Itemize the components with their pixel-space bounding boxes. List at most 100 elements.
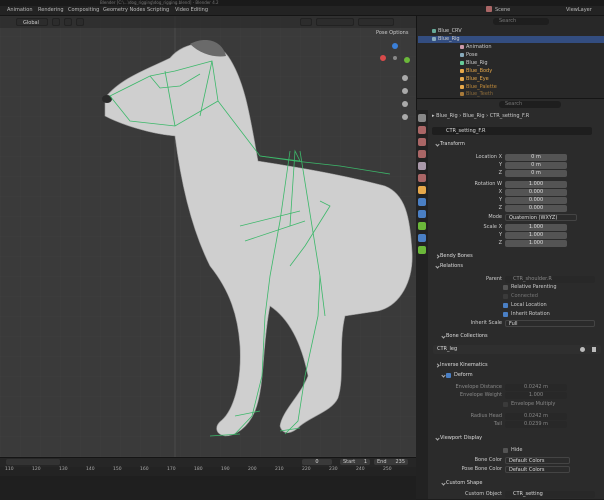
pivot-icon[interactable] bbox=[52, 18, 60, 26]
envelope-weight-field[interactable]: 1.000 bbox=[505, 392, 567, 399]
bone-constraint-tab-icon[interactable] bbox=[418, 246, 426, 254]
radius-head-label: Radius Head bbox=[470, 413, 502, 419]
local-location-label: Local Location bbox=[511, 302, 547, 308]
armature-data-tab-icon[interactable] bbox=[418, 222, 426, 230]
timeline-track-area[interactable] bbox=[0, 476, 416, 500]
world-tab-icon[interactable] bbox=[418, 174, 426, 182]
grid-icon[interactable] bbox=[402, 114, 408, 120]
radius-tail-field[interactable]: 0.0239 m bbox=[505, 421, 567, 428]
viewport-display-panel-header[interactable]: Viewport Display bbox=[440, 435, 482, 443]
hide-checkbox[interactable] bbox=[503, 448, 508, 453]
timeline[interactable]: 0 Start 1 End 235 bbox=[0, 457, 416, 500]
tab-video-editing[interactable]: Video Editing bbox=[175, 7, 208, 13]
location-x-field[interactable]: 0 m bbox=[505, 154, 567, 161]
render-tab-icon[interactable] bbox=[418, 126, 426, 134]
view-layer-tab-icon[interactable] bbox=[418, 150, 426, 158]
custom-shape-panel-header[interactable]: Custom Shape bbox=[446, 480, 482, 488]
connected-checkbox[interactable] bbox=[503, 294, 508, 299]
scene-name[interactable]: Scene bbox=[495, 7, 510, 13]
visibility-icon[interactable] bbox=[300, 18, 312, 26]
tab-geometry-nodes[interactable]: Geometry Nodes bbox=[103, 7, 145, 13]
orientation-dropdown[interactable]: Global bbox=[16, 18, 48, 26]
custom-object-field[interactable]: CTR_setting bbox=[505, 491, 595, 498]
timeline-tick-label: 190 bbox=[221, 467, 230, 472]
axis-label: X bbox=[498, 189, 502, 195]
current-frame-field[interactable]: 0 bbox=[302, 459, 332, 465]
pose-bone-color-dropdown[interactable]: Default Colors bbox=[505, 466, 570, 473]
physics-tab-icon[interactable] bbox=[418, 210, 426, 218]
eye-icon[interactable] bbox=[580, 347, 585, 352]
tab-scripting[interactable]: Scripting bbox=[147, 7, 169, 13]
scale-z-field[interactable]: 1.000 bbox=[505, 240, 567, 247]
scale-x-field[interactable]: 1.000 bbox=[505, 224, 567, 231]
outliner-row-selected[interactable]: Blue_Rig bbox=[418, 36, 604, 43]
output-tab-icon[interactable] bbox=[418, 138, 426, 146]
outliner-row[interactable]: Blue_Body bbox=[460, 68, 492, 75]
envelope-multiply-checkbox[interactable] bbox=[503, 402, 508, 407]
rotation-x-field[interactable]: 0.000 bbox=[505, 189, 567, 196]
scene-icon[interactable] bbox=[486, 6, 492, 12]
bone-collections-panel-header[interactable]: Bone Collections bbox=[446, 333, 488, 341]
window-title: Blender [C:\...\dog_rigging\dog_rigging.… bbox=[100, 0, 219, 5]
bone-collection-item[interactable]: CTR_leg bbox=[433, 345, 601, 354]
bone-collection-label: CTR_leg bbox=[437, 346, 458, 352]
camera-icon[interactable] bbox=[402, 101, 408, 107]
local-location-checkbox[interactable] bbox=[503, 303, 508, 308]
properties-search-input[interactable]: Search bbox=[499, 101, 561, 108]
inverse-kinematics-panel-header[interactable]: Inverse Kinematics bbox=[440, 362, 488, 370]
timeline-tick-label: 140 bbox=[86, 467, 95, 472]
snap-icon[interactable] bbox=[64, 18, 72, 26]
bone-color-dropdown[interactable]: Default Colors bbox=[505, 457, 570, 464]
relations-panel-header[interactable]: Relations bbox=[440, 263, 463, 271]
tab-compositing[interactable]: Compositing bbox=[68, 7, 99, 13]
modifier-tab-icon[interactable] bbox=[418, 198, 426, 206]
3d-viewport[interactable] bbox=[0, 16, 416, 457]
relative-parenting-checkbox[interactable] bbox=[503, 285, 508, 290]
scene-tab-icon[interactable] bbox=[418, 162, 426, 170]
envelope-distance-field[interactable]: 0.0242 m bbox=[505, 384, 567, 391]
rotation-w-field[interactable]: 1.000 bbox=[505, 181, 567, 188]
overlay-icons[interactable] bbox=[316, 18, 354, 26]
radius-head-field[interactable]: 0.0242 m bbox=[505, 413, 567, 420]
solo-icon[interactable] bbox=[592, 347, 596, 352]
properties-tabs[interactable] bbox=[416, 110, 428, 499]
location-y-field[interactable]: 0 m bbox=[505, 162, 567, 169]
outliner-row[interactable]: Blue_Teeth bbox=[460, 91, 493, 98]
orientation-label: Global bbox=[23, 20, 39, 26]
tab-rendering[interactable]: Rendering bbox=[38, 7, 64, 13]
scale-y-field[interactable]: 1.000 bbox=[505, 232, 567, 239]
tool-tab-icon[interactable] bbox=[418, 114, 426, 122]
rotation-z-field[interactable]: 0.000 bbox=[505, 205, 567, 212]
bone-name-field[interactable]: CTR_setting_F.R bbox=[432, 127, 592, 135]
rotation-y-field[interactable]: 0.000 bbox=[505, 197, 567, 204]
outliner-row[interactable]: Pose bbox=[460, 52, 478, 59]
outliner-row[interactable]: Blue_Eye bbox=[460, 76, 489, 83]
inherit-scale-dropdown[interactable]: Full bbox=[505, 320, 595, 327]
inherit-rotation-checkbox[interactable] bbox=[503, 312, 508, 317]
inherit-rotation-label: Inherit Rotation bbox=[511, 311, 550, 317]
rotation-mode-dropdown[interactable]: Quaternion (WXYZ) bbox=[505, 214, 577, 221]
tab-animation[interactable]: Animation bbox=[7, 7, 33, 13]
parent-field[interactable]: CTR_shoulder.R bbox=[505, 276, 595, 283]
start-frame-field[interactable]: Start 1 bbox=[340, 459, 370, 465]
shading-icons[interactable] bbox=[358, 18, 394, 26]
hand-icon[interactable] bbox=[402, 88, 408, 94]
outliner-row[interactable]: Animation bbox=[460, 44, 492, 51]
bone-tab-icon[interactable] bbox=[418, 234, 426, 242]
outliner-row[interactable]: Blue_Rig bbox=[460, 60, 488, 67]
zoom-icon[interactable] bbox=[402, 75, 408, 81]
outliner-row[interactable]: Blue_CRV bbox=[432, 28, 462, 35]
playback-controls[interactable] bbox=[6, 459, 60, 465]
bendy-bones-panel-header[interactable]: Bendy Bones bbox=[440, 253, 473, 261]
end-frame-field[interactable]: End 235 bbox=[374, 459, 408, 465]
deform-checkbox[interactable] bbox=[446, 373, 451, 378]
object-tab-icon[interactable] bbox=[418, 186, 426, 194]
location-z-field[interactable]: 0 m bbox=[505, 170, 567, 177]
pose-options-menu[interactable]: Pose Options bbox=[376, 30, 408, 36]
outliner-search-input[interactable]: Search bbox=[493, 18, 549, 25]
proportional-edit-icon[interactable] bbox=[76, 18, 84, 26]
transform-panel-header[interactable]: Transform bbox=[440, 141, 465, 149]
outliner-row[interactable]: Blue_Palette bbox=[460, 84, 497, 91]
viewport-canvas[interactable] bbox=[0, 16, 416, 457]
view-layer-name[interactable]: ViewLayer bbox=[566, 7, 592, 13]
